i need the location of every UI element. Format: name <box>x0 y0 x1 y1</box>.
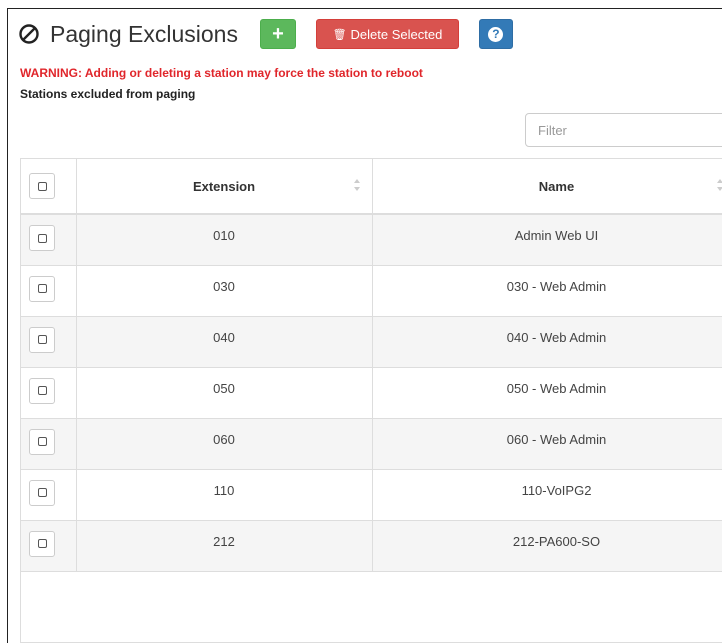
extension-cell: 050 <box>76 366 373 418</box>
extension-cell: 060 <box>76 417 373 469</box>
row-select-cell <box>21 213 77 265</box>
row-select-cell <box>21 468 77 520</box>
title-row: Paging Exclusions + 🗑 Delete Selected ? <box>18 16 513 52</box>
table-row[interactable]: 060 060 - Web Admin <box>21 417 722 469</box>
row-checkbox[interactable] <box>29 326 55 353</box>
row-select-cell <box>21 417 77 469</box>
table-row[interactable]: 212 212-PA600-SO <box>21 519 722 571</box>
filter-input[interactable] <box>525 113 722 147</box>
row-checkbox[interactable] <box>29 225 55 251</box>
delete-selected-label: Delete Selected <box>350 26 443 42</box>
extension-cell: 030 <box>76 264 373 316</box>
question-circle-icon: ? <box>488 26 504 42</box>
row-checkbox[interactable] <box>29 428 55 455</box>
row-checkbox[interactable] <box>29 479 55 506</box>
row-select-cell <box>21 315 77 367</box>
table-row[interactable]: 030 030 - Web Admin <box>21 264 722 316</box>
column-header-name[interactable]: Name <box>372 159 722 215</box>
select-all-cell <box>21 159 77 215</box>
exclusions-table-container: Extension Name 010 Admin Web UI 030 030 … <box>20 158 722 643</box>
table-empty-row <box>21 570 722 622</box>
help-button[interactable]: ? <box>478 19 513 49</box>
table-row[interactable]: 010 Admin Web UI <box>21 213 722 265</box>
extension-cell: 212 <box>76 519 373 571</box>
table-header-row: Extension Name <box>21 159 722 215</box>
row-checkbox[interactable] <box>29 275 55 302</box>
name-cell: 060 - Web Admin <box>372 417 722 469</box>
column-header-extension[interactable]: Extension <box>76 159 373 215</box>
row-checkbox[interactable] <box>29 530 55 557</box>
page-title: Paging Exclusions <box>50 20 238 47</box>
ban-icon <box>19 24 39 44</box>
add-button[interactable]: + <box>259 19 296 49</box>
name-cell: 040 - Web Admin <box>372 315 722 367</box>
extension-cell: 110 <box>76 468 373 520</box>
name-cell: 110-VoIPG2 <box>372 468 722 520</box>
delete-selected-button[interactable]: 🗑 Delete Selected <box>315 19 459 49</box>
sort-icon <box>353 179 360 191</box>
name-cell: 030 - Web Admin <box>372 264 722 316</box>
select-all-checkbox[interactable] <box>29 173 55 199</box>
name-cell: 050 - Web Admin <box>372 366 722 418</box>
section-subtitle: Stations excluded from paging <box>20 87 196 101</box>
warning-text: WARNING: Adding or deleting a station ma… <box>20 66 423 80</box>
column-label-name: Name <box>538 178 575 194</box>
row-select-cell <box>21 366 77 418</box>
name-cell: 212-PA600-SO <box>372 519 722 571</box>
plus-icon: + <box>272 22 284 45</box>
row-checkbox[interactable] <box>29 377 55 404</box>
exclusions-table: Extension Name 010 Admin Web UI 030 030 … <box>21 159 722 622</box>
sort-icon <box>716 179 722 191</box>
extension-cell: 010 <box>76 213 373 265</box>
row-select-cell <box>21 264 77 316</box>
row-select-cell <box>21 519 77 571</box>
name-cell: Admin Web UI <box>372 213 722 265</box>
table-row[interactable]: 040 040 - Web Admin <box>21 315 722 367</box>
extension-cell: 040 <box>76 315 373 367</box>
table-row[interactable]: 110 110-VoIPG2 <box>21 468 722 520</box>
trash-icon: 🗑 <box>332 28 347 41</box>
table-row[interactable]: 050 050 - Web Admin <box>21 366 722 418</box>
column-label-extension: Extension <box>192 178 256 194</box>
